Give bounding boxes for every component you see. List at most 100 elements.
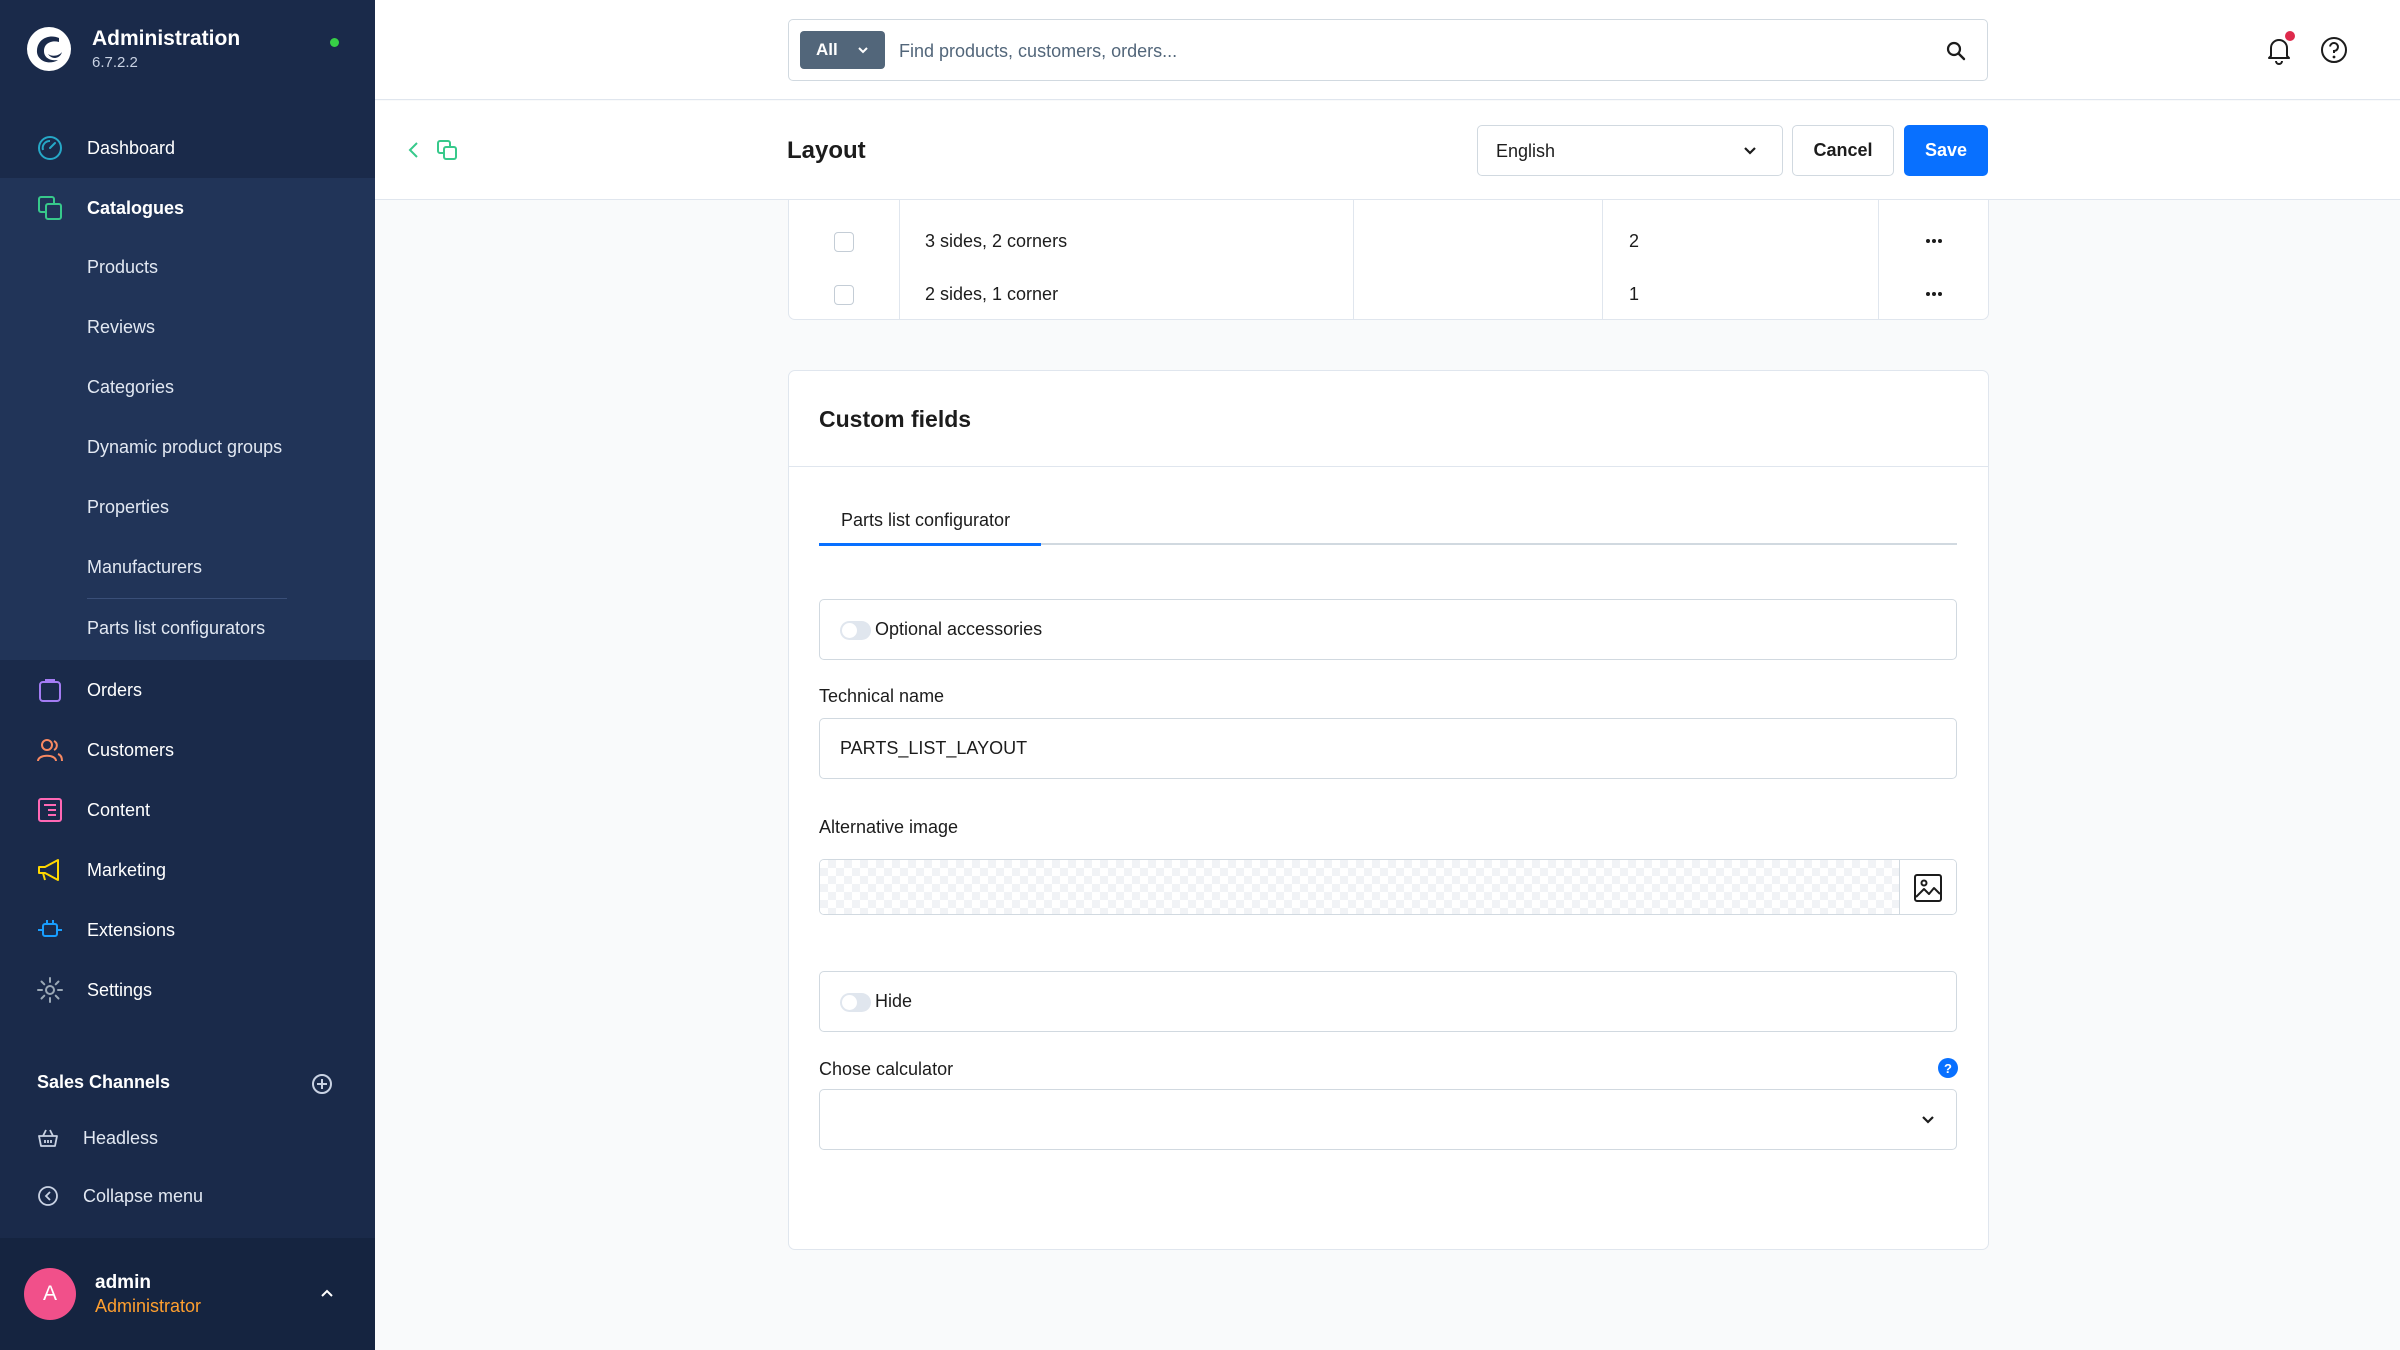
calculator-label: Chose calculator bbox=[819, 1059, 954, 1079]
custom-fields-card: Custom fields Parts list configurator Op… bbox=[788, 370, 1989, 1250]
chevron-down-icon bbox=[1922, 1116, 1934, 1124]
toggle-knob bbox=[842, 995, 857, 1010]
switch-label: Hide bbox=[875, 991, 913, 1011]
nav-item-settings[interactable]: Settings bbox=[0, 960, 375, 1020]
sub-item-properties[interactable]: Properties bbox=[87, 497, 169, 518]
hide-switch[interactable]: Hide bbox=[819, 971, 1957, 1032]
duplicate-icon[interactable] bbox=[436, 139, 458, 161]
notification-badge bbox=[2285, 31, 2295, 41]
card-title: Custom fields bbox=[819, 406, 972, 432]
collapse-menu[interactable]: Collapse menu bbox=[0, 1172, 375, 1222]
tab-parts-list-configurator[interactable]: Parts list configurator bbox=[819, 505, 1032, 545]
language-value: English bbox=[1496, 141, 1556, 161]
smart-bar: Layout English Cancel Save bbox=[375, 101, 2400, 200]
chevron-left-back-icon[interactable] bbox=[403, 139, 425, 161]
select-image-button[interactable] bbox=[1899, 860, 1956, 914]
search-icon[interactable] bbox=[1945, 40, 1967, 62]
chevron-up-icon bbox=[321, 1289, 333, 1297]
customers-icon bbox=[37, 739, 63, 762]
search-type-dropdown[interactable]: All bbox=[800, 31, 885, 69]
online-status-dot bbox=[330, 38, 339, 47]
language-select[interactable]: English bbox=[1477, 125, 1783, 176]
help-icon[interactable] bbox=[2319, 35, 2349, 65]
page-title: Layout bbox=[787, 137, 866, 164]
nav-label: Settings bbox=[87, 979, 153, 1000]
more-actions-icon[interactable] bbox=[1919, 282, 1949, 306]
nav-label: Marketing bbox=[87, 859, 167, 880]
row-name: 3 sides, 2 corners bbox=[925, 231, 1068, 251]
toggle-switch[interactable] bbox=[840, 621, 871, 640]
alternative-image-field bbox=[819, 859, 1957, 915]
help-tooltip-icon[interactable]: ? bbox=[1938, 1058, 1958, 1078]
nav-item-orders[interactable]: Orders bbox=[0, 660, 375, 720]
alternative-image-label: Alternative image bbox=[819, 817, 959, 837]
brand[interactable]: Administration 6.7.2.2 bbox=[26, 26, 240, 72]
sub-item-products[interactable]: Products bbox=[87, 257, 158, 278]
calculator-select[interactable] bbox=[819, 1089, 1957, 1150]
technical-name-field[interactable] bbox=[819, 718, 1957, 779]
shopware-logo-icon bbox=[27, 27, 71, 71]
nav-label: Extensions bbox=[87, 919, 176, 940]
switch-label: Optional accessories bbox=[875, 619, 1043, 639]
nav-label: Customers bbox=[87, 739, 175, 760]
options-table: 3 sides, 2 corners 2 2 sides, 1 corner 1 bbox=[788, 200, 1989, 320]
tab-label: Parts list configurator bbox=[841, 510, 1011, 530]
row-value: 2 bbox=[1629, 231, 1640, 251]
user-role: Administrator bbox=[95, 1296, 202, 1316]
nav-label: Catalogues bbox=[87, 197, 185, 218]
sub-item-categories[interactable]: Categories bbox=[87, 377, 174, 398]
brand-version: 6.7.2.2 bbox=[92, 54, 138, 71]
row-value: 1 bbox=[1629, 284, 1640, 304]
nav-item-catalogues[interactable]: Catalogues bbox=[0, 178, 375, 238]
cancel-button[interactable]: Cancel bbox=[1792, 125, 1894, 176]
search-input[interactable] bbox=[899, 32, 1899, 70]
toggle-switch[interactable] bbox=[840, 993, 871, 1012]
row-checkbox[interactable] bbox=[834, 232, 854, 252]
sub-item-parts-list-configurators[interactable]: Parts list configurators bbox=[87, 618, 265, 639]
marketing-icon bbox=[38, 859, 59, 881]
optional-accessories-switch[interactable]: Optional accessories bbox=[819, 599, 1957, 660]
nav-item-marketing[interactable]: Marketing bbox=[0, 840, 375, 900]
topbar: All bbox=[375, 0, 2400, 100]
nav-label: Orders bbox=[87, 679, 143, 700]
global-search: All bbox=[788, 19, 1988, 81]
sales-channels-title: Sales Channels bbox=[37, 1072, 171, 1092]
more-actions-icon[interactable] bbox=[1919, 229, 1949, 253]
card-header: Custom fields bbox=[789, 371, 1988, 467]
brand-title: Administration bbox=[92, 27, 241, 50]
sales-channel-headless[interactable]: Headless bbox=[0, 1114, 375, 1164]
row-name: 2 sides, 1 corner bbox=[925, 284, 1059, 304]
image-preview-placeholder[interactable] bbox=[820, 860, 1900, 914]
submenu-divider bbox=[87, 598, 287, 599]
catalogues-icon bbox=[38, 196, 62, 220]
search-type-label: All bbox=[816, 40, 838, 59]
basket-icon bbox=[38, 1129, 58, 1147]
avatar: A bbox=[24, 1268, 76, 1320]
nav-label: Dashboard bbox=[87, 137, 176, 158]
sub-item-manufacturers[interactable]: Manufacturers bbox=[87, 557, 202, 578]
add-sales-channel-icon[interactable] bbox=[311, 1073, 333, 1095]
sub-item-dynamic-product-groups[interactable]: Dynamic product groups bbox=[87, 437, 282, 458]
nav-item-content[interactable]: Content bbox=[0, 780, 375, 840]
save-button[interactable]: Save bbox=[1904, 125, 1988, 176]
nav-item-customers[interactable]: Customers bbox=[0, 720, 375, 780]
sidebar: Administration 6.7.2.2 Dashboard Catalog… bbox=[0, 0, 375, 1350]
user-name: admin bbox=[95, 1272, 151, 1293]
orders-icon bbox=[39, 679, 61, 702]
extensions-icon bbox=[38, 920, 62, 937]
technical-name-label: Technical name bbox=[819, 686, 945, 706]
nav-item-extensions[interactable]: Extensions bbox=[0, 900, 375, 960]
custom-field-tabs: Parts list configurator bbox=[819, 505, 1957, 546]
table-row: 2 sides, 1 corner 1 bbox=[789, 266, 1988, 320]
chevron-down-icon bbox=[1744, 147, 1756, 155]
chevron-down-icon bbox=[858, 47, 868, 54]
collapse-icon bbox=[38, 1186, 58, 1206]
settings-icon bbox=[37, 977, 63, 1003]
collapse-menu-label: Collapse menu bbox=[83, 1186, 204, 1206]
user-menu[interactable]: A admin Administrator bbox=[0, 1238, 375, 1350]
row-checkbox[interactable] bbox=[834, 285, 854, 305]
image-icon bbox=[1914, 874, 1942, 902]
sales-channel-label: Headless bbox=[83, 1128, 159, 1148]
sub-item-reviews[interactable]: Reviews bbox=[87, 317, 155, 338]
nav-item-dashboard[interactable]: Dashboard bbox=[0, 118, 375, 178]
